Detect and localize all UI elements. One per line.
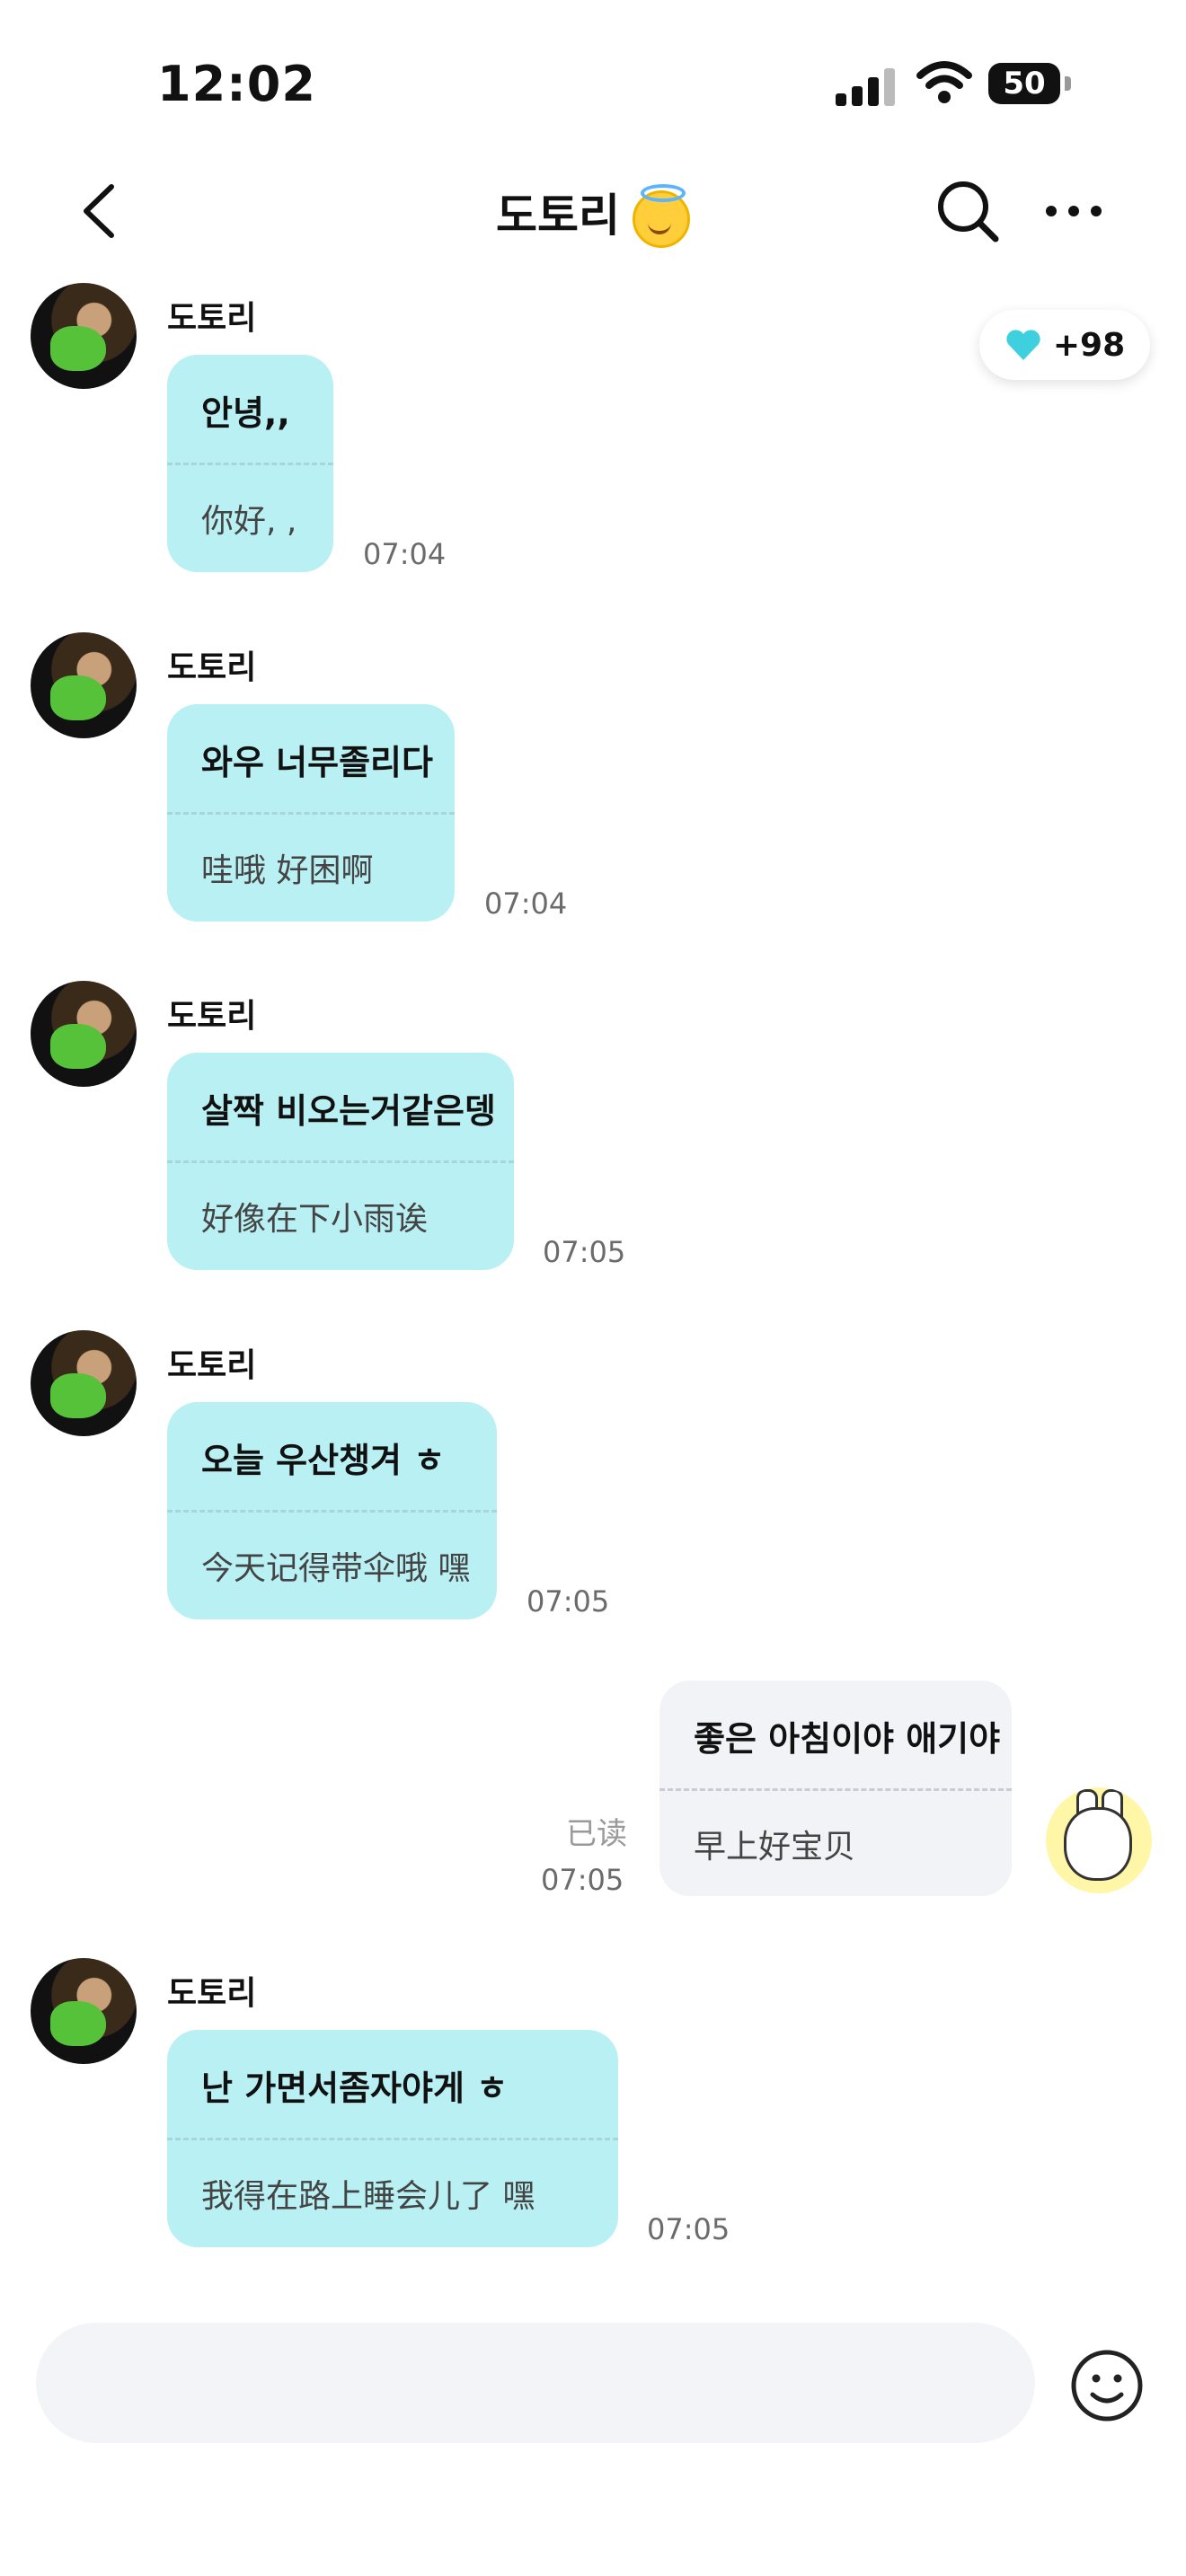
cellular-signal-icon [836,68,898,106]
message-bubble[interactable]: 오늘 우산챙겨 ㅎ 今天记得带伞哦 嘿 [167,1402,497,1619]
message-text-korean: 오늘 우산챙겨 ㅎ [201,1441,446,1480]
message-text-chinese: 今天记得带伞哦 嘿 [201,1550,471,1587]
chat-title: 도토리 [0,180,1186,248]
sender-avatar[interactable] [31,1330,137,1436]
message-bubble[interactable]: 와우 너무졸리다 哇哦 好困啊 [167,704,455,922]
my-message-bubble[interactable]: 좋은 아침이야 애기야 早上好宝贝 [659,1681,1012,1896]
message-text-chinese: 哇哦 好困啊 [201,852,374,889]
message-time: 07:05 [543,1235,626,1269]
message-text-chinese: 好像在下小雨诶 [201,1201,429,1238]
message-bubble[interactable]: 안녕,, 你好, , [167,355,333,572]
message-input[interactable] [36,2323,1035,2443]
sender-name: 도토리 [167,300,257,337]
sender-name: 도토리 [167,1347,257,1384]
bubble-divider [167,463,333,465]
bubble-divider [167,1160,514,1163]
sender-avatar[interactable] [31,981,137,1087]
my-avatar[interactable] [1046,1787,1152,1893]
message-text-korean: 와우 너무졸리다 [201,743,433,782]
sender-name: 도토리 [167,998,257,1035]
message-text-chinese: 早上好宝贝 [694,1829,856,1866]
message-text-chinese: 你好, , [201,503,297,540]
message-time: 07:05 [527,1584,610,1619]
message-bubble[interactable]: 난 가면서좀자야게 ㅎ 我得在路上睡会儿了 嘿 [167,2030,618,2247]
sender-avatar[interactable] [31,283,137,389]
more-options-icon[interactable] [1042,189,1105,234]
battery-level: 50 [1003,66,1046,101]
sender-avatar[interactable] [31,1958,137,2064]
status-time: 12:02 [157,56,316,112]
search-icon[interactable] [934,178,1001,244]
message-text-korean: 좋은 아침이야 애기야 [694,1719,1001,1759]
heart-icon [1006,330,1040,360]
message-time: 07:05 [647,2212,730,2246]
heart-count: +98 [1052,326,1126,364]
bubble-divider [167,812,455,815]
message-time: 07:05 [541,1863,624,1897]
chat-title-text: 도토리 [496,190,620,242]
read-receipt: 已读 [566,1816,627,1852]
sender-name: 도토리 [167,1975,257,2012]
emoji-icon[interactable] [1069,2348,1145,2423]
message-bubble[interactable]: 살짝 비오는거같은뎅 好像在下小雨诶 [167,1053,514,1270]
message-text-korean: 안녕,, [201,393,290,433]
message-text-korean: 살짝 비오는거같은뎅 [201,1091,496,1131]
sender-name: 도토리 [167,649,257,686]
message-time: 07:04 [363,537,447,571]
message-time: 07:04 [484,887,568,921]
message-text-chinese: 我得在路上睡会儿了 嘿 [201,2178,535,2215]
halo-smile-emoji-icon [633,183,690,248]
bubble-divider [659,1788,1012,1791]
bubble-divider [167,1510,497,1513]
message-text-korean: 난 가면서좀자야게 ㅎ [201,2069,509,2108]
bubble-divider [167,2138,618,2140]
battery-icon: 50 [988,63,1071,104]
heart-count-badge[interactable]: +98 [979,310,1150,380]
sender-avatar[interactable] [31,632,137,738]
wifi-icon [916,61,972,103]
status-bar: 12:02 50 [0,0,1186,162]
